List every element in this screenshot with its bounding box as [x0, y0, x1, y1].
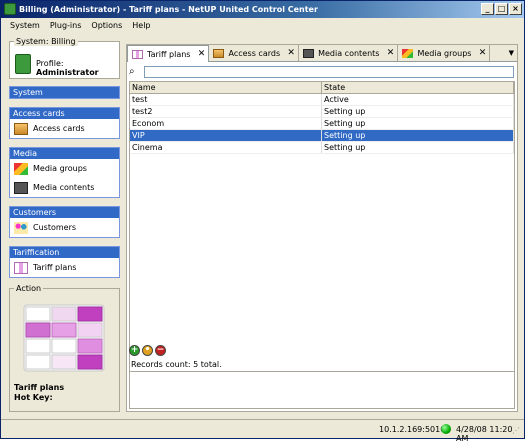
sidebar-item-access-cards[interactable]: Access cards: [10, 119, 119, 138]
tariff-plans-table: Name State test Active test2 Setting up …: [129, 81, 515, 381]
table-row[interactable]: test2 Setting up: [130, 106, 514, 118]
content-panel: Tariff plans ✕ Access cards ✕ Media cont…: [126, 44, 518, 412]
tariff-plans-icon: [132, 49, 143, 59]
section-header-customers[interactable]: Customers: [10, 207, 119, 218]
tab-label: Media groups: [417, 48, 472, 58]
menu-help[interactable]: Help: [127, 18, 155, 34]
section-customers: Customers Customers: [9, 206, 120, 238]
cell-name: VIP: [130, 130, 322, 141]
profile-text: Profile: Administrator: [36, 59, 99, 77]
close-tab-icon[interactable]: ✕: [196, 49, 206, 59]
billing-icon: [15, 54, 31, 74]
sidebar-item-customers[interactable]: Customers: [10, 218, 119, 237]
cell-state: Setting up: [322, 118, 514, 129]
edit-record-button[interactable]: •: [142, 345, 153, 356]
cell-state: Setting up: [322, 142, 514, 153]
sidebar-item-label: Media groups: [33, 164, 87, 173]
detail-panel: [129, 371, 515, 409]
close-tab-icon[interactable]: ✕: [286, 48, 296, 58]
menu-plugins[interactable]: Plug-ins: [45, 18, 87, 34]
tab-label: Access cards: [228, 48, 281, 58]
app-icon: [4, 3, 16, 15]
sidebar-item-media-groups[interactable]: Media groups: [10, 159, 119, 178]
section-tariffication: Tariffication Tariff plans: [9, 246, 120, 278]
resize-grip-icon[interactable]: ⋰: [512, 426, 522, 436]
tab-strip: Tariff plans ✕ Access cards ✕ Media cont…: [127, 45, 517, 62]
media-contents-icon: [303, 48, 315, 58]
sidebar-item-label: Tariff plans: [33, 263, 77, 272]
sidebar-item-media-contents[interactable]: Media contents: [10, 178, 119, 197]
delete-record-button[interactable]: −: [155, 345, 166, 356]
access-cards-icon: [14, 122, 28, 135]
close-tab-icon[interactable]: ✕: [477, 48, 487, 58]
menu-bar: System Plug-ins Options Help: [1, 18, 524, 34]
media-contents-icon: [14, 181, 28, 194]
system-box: System: Billing Profile: Administrator: [9, 37, 120, 79]
column-header-state[interactable]: State: [322, 82, 514, 93]
section-header-system[interactable]: System: [10, 87, 119, 98]
cell-name: test: [130, 94, 322, 105]
section-system: System: [9, 86, 120, 99]
tariff-plans-large-icon: [23, 304, 105, 372]
action-name: Tariff plans: [14, 383, 65, 392]
status-bar: 10.1.2.169:50100 4/28/08 11:20 AM ⋰: [1, 419, 524, 443]
connection-status-icon: [441, 424, 451, 434]
table-row[interactable]: test Active: [130, 94, 514, 106]
sidebar-item-label: Access cards: [33, 124, 85, 133]
minimize-button[interactable]: _: [481, 3, 494, 15]
system-legend: System: Billing: [14, 37, 78, 46]
title-bar[interactable]: Billing (Administrator) - Tariff plans -…: [1, 1, 524, 18]
column-header-name[interactable]: Name: [130, 82, 322, 93]
records-count: Records count: 5 total.: [131, 360, 222, 369]
section-header-access-cards[interactable]: Access cards: [10, 108, 119, 119]
record-actions: + • −: [129, 345, 166, 357]
tab-label: Tariff plans: [147, 49, 191, 59]
table-header: Name State: [130, 82, 514, 94]
cell-name: test2: [130, 106, 322, 117]
sidebar-item-tariff-plans[interactable]: Tariff plans: [10, 258, 119, 277]
tab-label: Media contents: [318, 48, 380, 58]
main-window: Billing (Administrator) - Tariff plans -…: [0, 0, 525, 443]
cell-state: Active: [322, 94, 514, 105]
search-bar: ⌕: [129, 65, 515, 78]
section-header-tariffication[interactable]: Tariffication: [10, 247, 119, 258]
search-icon[interactable]: ⌕: [129, 65, 142, 78]
section-header-media[interactable]: Media: [10, 148, 119, 159]
tab-access-cards[interactable]: Access cards ✕: [209, 45, 300, 61]
menu-system[interactable]: System: [5, 18, 45, 34]
cell-name: Econom: [130, 118, 322, 129]
customers-icon: [14, 221, 28, 234]
table-row[interactable]: Econom Setting up: [130, 118, 514, 130]
maximize-button[interactable]: □: [495, 3, 508, 15]
add-record-button[interactable]: +: [129, 345, 140, 356]
search-input[interactable]: [144, 65, 514, 78]
media-groups-icon: [402, 48, 414, 58]
tab-tariff-plans[interactable]: Tariff plans ✕: [127, 45, 210, 62]
sidebar-item-label: Customers: [33, 223, 77, 232]
section-media: Media Media groups Media contents: [9, 147, 120, 198]
close-tab-icon[interactable]: ✕: [385, 48, 395, 58]
server-address: 10.1.2.169:50100: [379, 425, 451, 434]
table-row[interactable]: VIP Setting up: [130, 130, 514, 142]
table-row[interactable]: Cinema Setting up: [130, 142, 514, 154]
tab-list-dropdown-icon[interactable]: ▼: [509, 49, 514, 57]
cell-name: Cinema: [130, 142, 322, 153]
tariff-plans-icon: [14, 261, 28, 274]
action-legend: Action: [14, 284, 44, 293]
sidebar: System: Billing Profile: Administrator S…: [9, 37, 120, 278]
section-access-cards: Access cards Access cards: [9, 107, 120, 139]
cell-state: Setting up: [322, 130, 514, 141]
cell-state: Setting up: [322, 106, 514, 117]
tab-media-contents[interactable]: Media contents ✕: [299, 45, 399, 61]
media-groups-icon: [14, 162, 28, 175]
window-title: Billing (Administrator) - Tariff plans -…: [19, 5, 318, 14]
profile-value: Administrator: [36, 68, 99, 77]
sidebar-item-label: Media contents: [33, 183, 95, 192]
action-box: Action Tariff plans Hot Key:: [9, 284, 120, 412]
close-button[interactable]: ×: [509, 3, 522, 15]
menu-options[interactable]: Options: [86, 18, 127, 34]
action-hotkey: Hot Key:: [14, 393, 53, 402]
tab-media-groups[interactable]: Media groups ✕: [398, 45, 491, 61]
access-cards-icon: [213, 48, 225, 58]
